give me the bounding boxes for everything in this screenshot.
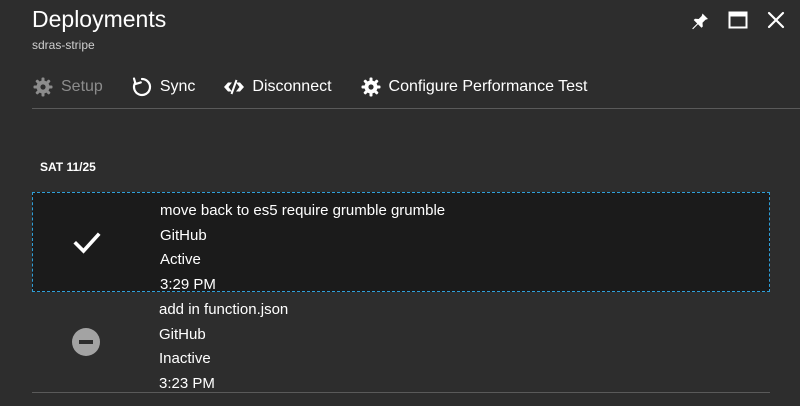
deployment-state: Active xyxy=(160,251,201,268)
minus-circle-icon xyxy=(70,326,102,358)
date-group-header: SAT 11/25 xyxy=(40,160,96,174)
deployment-details: add in function.json GitHub Inactive 3:2… xyxy=(159,298,288,396)
row-divider xyxy=(32,392,770,393)
blade-header: Deployments sdras-stripe xyxy=(0,0,800,60)
gear-icon xyxy=(360,76,382,98)
window-controls xyxy=(686,8,790,32)
deployment-source: GitHub xyxy=(159,325,206,343)
deployment-details: move back to es5 require grumble grumble… xyxy=(160,199,445,297)
setup-label: Setup xyxy=(61,78,103,95)
commit-message: move back to es5 require grumble grumble xyxy=(160,202,446,219)
deployment-list: move back to es5 require grumble grumble… xyxy=(32,192,770,393)
deployment-state: Inactive xyxy=(159,350,211,367)
maximize-icon xyxy=(728,11,748,29)
configure-performance-test-label: Configure Performance Test xyxy=(388,78,588,95)
deployment-row[interactable]: move back to es5 require grumble grumble… xyxy=(32,192,770,293)
setup-button[interactable]: Setup xyxy=(32,76,103,98)
page-title: Deployments xyxy=(32,6,167,32)
disconnect-label: Disconnect xyxy=(252,78,332,95)
command-bar: Setup Sync Disconnect Configure Performa… xyxy=(32,72,587,102)
configure-performance-test-button[interactable]: Configure Performance Test xyxy=(360,76,588,98)
deployment-source: GitHub xyxy=(160,226,207,244)
pin-icon xyxy=(692,12,708,30)
pin-button[interactable] xyxy=(686,8,714,32)
close-icon xyxy=(767,11,785,29)
disconnect-button[interactable]: Disconnect xyxy=(223,76,332,98)
checkmark-icon xyxy=(71,227,103,259)
deployments-blade: Deployments sdras-stripe Setup Sync Disc… xyxy=(0,0,800,406)
sync-label: Sync xyxy=(159,78,196,95)
deployment-row[interactable]: add in function.json GitHub Inactive 3:2… xyxy=(32,292,770,392)
maximize-button[interactable] xyxy=(724,8,752,32)
page-subtitle: sdras-stripe xyxy=(32,38,95,52)
close-button[interactable] xyxy=(762,8,790,32)
toolbar-divider xyxy=(32,108,800,109)
deployment-time: 3:23 PM xyxy=(159,374,215,392)
disconnect-icon xyxy=(223,76,245,98)
sync-icon xyxy=(131,76,153,98)
commit-message: add in function.json xyxy=(159,301,289,318)
gear-icon xyxy=(32,76,54,98)
sync-button[interactable]: Sync xyxy=(131,76,196,98)
